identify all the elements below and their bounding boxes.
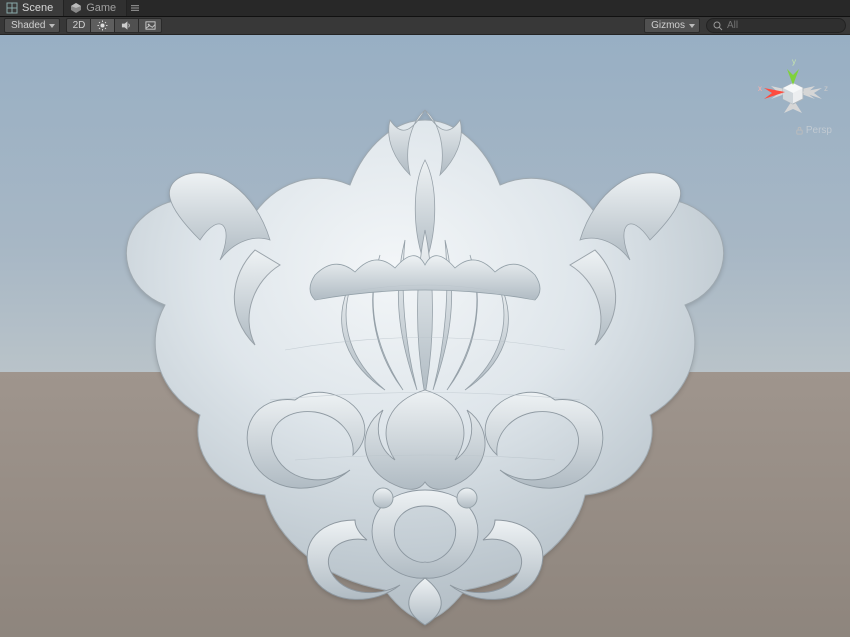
axis-z-label: z <box>824 84 828 93</box>
tab-label: Game <box>86 2 116 14</box>
lighting-toggle[interactable] <box>90 18 114 33</box>
search-icon <box>713 21 723 31</box>
scene-toolbar: Shaded 2D <box>0 17 850 35</box>
audio-toggle[interactable] <box>114 18 138 33</box>
tab-menu-button[interactable] <box>127 0 143 16</box>
gizmos-dropdown[interactable]: Gizmos <box>644 18 700 33</box>
mode-2d-label: 2D <box>73 20 86 31</box>
mode-2d-toggle[interactable]: 2D <box>66 18 90 33</box>
tab-label: Scene <box>22 2 53 14</box>
scene-viewport[interactable]: y x z Persp <box>0 35 850 637</box>
search-input[interactable] <box>727 20 839 31</box>
search-field[interactable] <box>706 18 846 33</box>
projection-label: Persp <box>806 125 832 136</box>
projection-mode[interactable]: Persp <box>795 125 832 136</box>
tab-game[interactable]: Game <box>64 0 127 16</box>
shading-mode-dropdown[interactable]: Shaded <box>4 18 60 33</box>
lock-icon <box>795 126 804 135</box>
unity-icon <box>70 2 82 14</box>
speaker-icon <box>121 20 132 31</box>
axis-y-label: y <box>792 57 796 66</box>
scene-icon <box>6 2 18 14</box>
orientation-gizmo[interactable]: y x z Persp <box>754 55 832 145</box>
ground-plane <box>0 372 850 637</box>
fx-toggle[interactable] <box>138 18 162 33</box>
image-icon <box>145 20 156 31</box>
axis-x-label: x <box>758 84 762 93</box>
shading-mode-value: Shaded <box>11 20 45 31</box>
sun-icon <box>97 20 108 31</box>
gizmos-label: Gizmos <box>651 20 685 31</box>
tab-scene[interactable]: Scene <box>0 0 64 16</box>
tab-strip: Scene Game <box>0 0 850 17</box>
